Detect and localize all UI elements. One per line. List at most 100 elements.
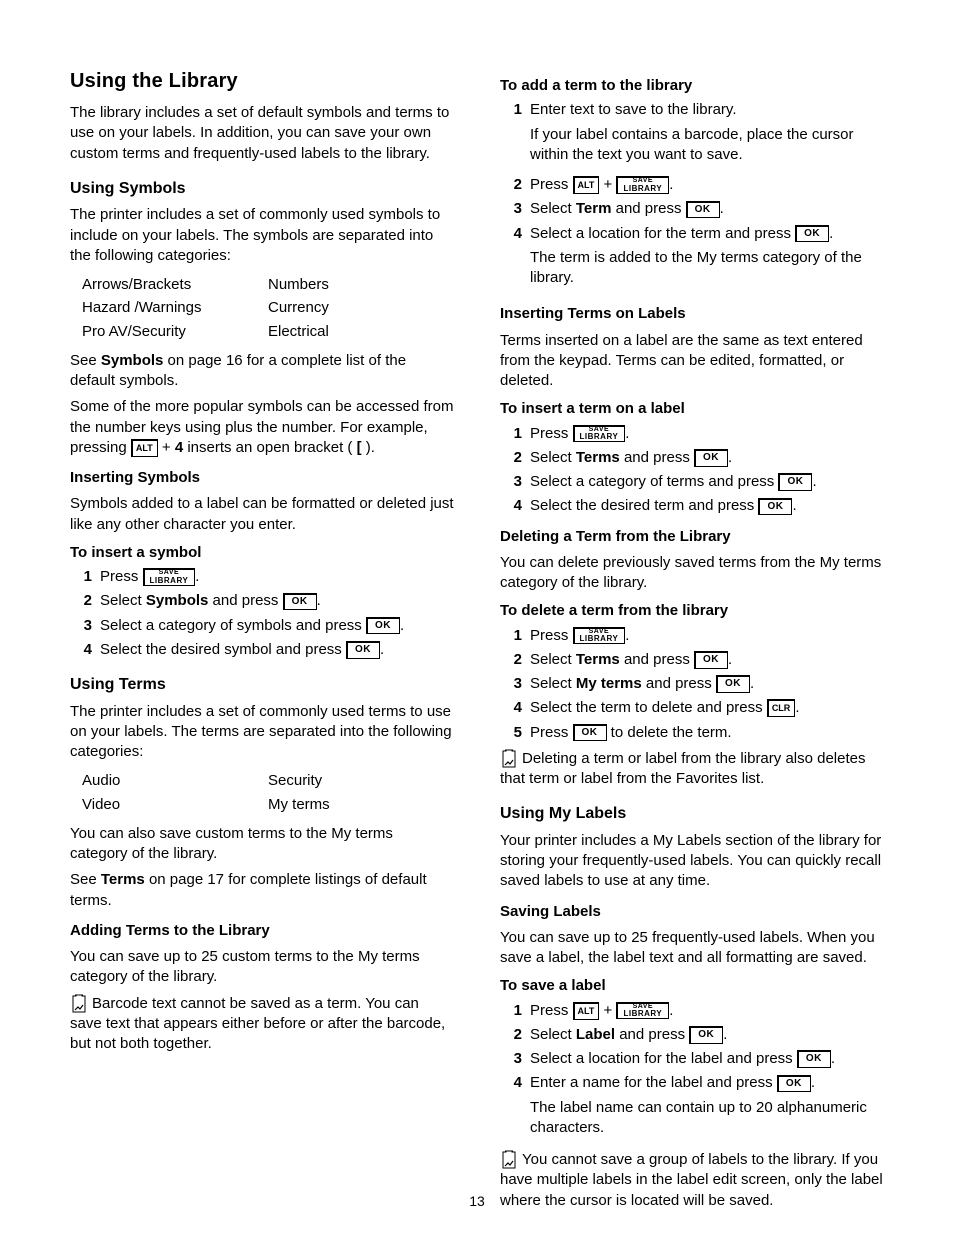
step-text: Select a location for the term and press… xyxy=(530,224,884,295)
deleting-term-paragraph: You can delete previously saved terms fr… xyxy=(500,553,884,594)
my-labels-paragraph: Your printer includes a My Labels sectio… xyxy=(500,831,884,892)
save-library-key-icon: SAVELIBRARY xyxy=(573,627,626,644)
step-sub-text: The label name can contain up to 20 alph… xyxy=(530,1098,884,1139)
step-text: Press ALT + SAVELIBRARY. xyxy=(530,175,884,195)
note-icon xyxy=(500,749,518,769)
using-terms-intro: The printer includes a set of commonly u… xyxy=(70,702,454,763)
right-column: To add a term to the library 1 Enter tex… xyxy=(500,68,884,1217)
insert-symbol-steps: 1 Press SAVELIBRARY. 2 Select Symbols an… xyxy=(70,567,454,660)
page: Using the Library The library includes a… xyxy=(0,0,954,1235)
left-column: Using the Library The library includes a… xyxy=(70,68,454,1217)
step-text: Select Symbols and press OK. xyxy=(100,591,454,611)
category-item: Hazard /Warnings xyxy=(82,298,268,318)
to-add-term-heading: To add a term to the library xyxy=(500,76,884,96)
to-delete-term-heading: To delete a term from the library xyxy=(500,601,884,621)
ok-key-icon: OK xyxy=(795,225,829,243)
step-text: Enter a name for the label and press OK.… xyxy=(530,1073,884,1144)
step-text: Select the desired symbol and press OK. xyxy=(100,640,454,660)
ok-key-icon: OK xyxy=(716,675,750,693)
ok-key-icon: OK xyxy=(573,724,607,742)
ok-key-icon: OK xyxy=(694,449,728,467)
to-insert-symbol-heading: To insert a symbol xyxy=(70,543,454,563)
step-text: Select My terms and press OK. xyxy=(530,674,884,694)
see-terms-paragraph: See Terms on page 17 for complete listin… xyxy=(70,870,454,911)
saving-labels-paragraph: You can save up to 25 frequently-used la… xyxy=(500,928,884,969)
ok-key-icon: OK xyxy=(778,473,812,491)
step-text: Select a location for the label and pres… xyxy=(530,1049,884,1069)
term-categories-col1: Audio Video xyxy=(82,768,268,818)
step-text: Select Terms and press OK. xyxy=(530,650,884,670)
add-term-steps: 1 Enter text to save to the library. If … xyxy=(500,100,884,294)
ok-key-icon: OK xyxy=(689,1026,723,1044)
inserting-symbols-paragraph: Symbols added to a label can be formatte… xyxy=(70,494,454,535)
step-text: Select Label and press OK. xyxy=(530,1025,884,1045)
step-text: Select a category of symbols and press O… xyxy=(100,616,454,636)
step-text: Select a category of terms and press OK. xyxy=(530,472,884,492)
ok-key-icon: OK xyxy=(346,641,380,659)
term-categories-col2: Security My terms xyxy=(268,768,454,818)
step-text: Press SAVELIBRARY. xyxy=(100,567,454,587)
note-icon xyxy=(500,1150,518,1170)
barcode-note: Barcode text cannot be saved as a term. … xyxy=(70,994,454,1055)
inserting-terms-paragraph: Terms inserted on a label are the same a… xyxy=(500,331,884,392)
symbol-categories-col2: Numbers Currency Electrical xyxy=(268,272,454,345)
save-library-key-icon: SAVELIBRARY xyxy=(573,425,626,442)
page-number: 13 xyxy=(0,1192,954,1211)
adding-terms-paragraph: You can save up to 25 custom terms to th… xyxy=(70,947,454,988)
symbol-categories-col1: Arrows/Brackets Hazard /Warnings Pro AV/… xyxy=(82,272,268,345)
delete-note: Deleting a term or label from the librar… xyxy=(500,749,884,790)
category-item: Security xyxy=(268,771,454,791)
using-symbols-intro: The printer includes a set of commonly u… xyxy=(70,205,454,266)
using-my-labels-heading: Using My Labels xyxy=(500,803,884,825)
category-item: Electrical xyxy=(268,322,454,342)
note-icon xyxy=(70,994,88,1014)
step-text: Select Term and press OK. xyxy=(530,199,884,219)
save-library-key-icon: SAVELIBRARY xyxy=(143,568,196,585)
to-save-label-heading: To save a label xyxy=(500,976,884,996)
category-item: Audio xyxy=(82,771,268,791)
category-item: Numbers xyxy=(268,275,454,295)
ok-key-icon: OK xyxy=(694,651,728,669)
step-text: Press OK to delete the term. xyxy=(530,723,884,743)
ok-key-icon: OK xyxy=(686,201,720,219)
ok-key-icon: OK xyxy=(777,1075,811,1093)
step-text: Select the term to delete and press CLR. xyxy=(530,698,884,718)
step-text: Enter text to save to the library. If yo… xyxy=(530,100,884,171)
ok-key-icon: OK xyxy=(758,498,792,516)
category-item: Pro AV/Security xyxy=(82,322,268,342)
adding-terms-heading: Adding Terms to the Library xyxy=(70,921,454,941)
clr-key-icon: CLR xyxy=(767,699,796,717)
ok-key-icon: OK xyxy=(283,593,317,611)
ok-key-icon: OK xyxy=(366,617,400,635)
step-sub-text: If your label contains a barcode, place … xyxy=(530,125,884,166)
step-text: Press SAVELIBRARY. xyxy=(530,626,884,646)
step-text: Select Terms and press OK. xyxy=(530,448,884,468)
intro-paragraph: The library includes a set of default sy… xyxy=(70,103,454,164)
to-insert-term-heading: To insert a term on a label xyxy=(500,399,884,419)
custom-terms-paragraph: You can also save custom terms to the My… xyxy=(70,824,454,865)
save-library-key-icon: SAVELIBRARY xyxy=(616,1002,669,1019)
inserting-symbols-heading: Inserting Symbols xyxy=(70,468,454,488)
alt-key-icon: ALT xyxy=(573,1002,600,1020)
delete-term-steps: 1 Press SAVELIBRARY. 2 Select Terms and … xyxy=(500,626,884,743)
symbol-categories-table: Arrows/Brackets Hazard /Warnings Pro AV/… xyxy=(82,272,454,345)
alt-key-icon: ALT xyxy=(573,176,600,194)
category-item: Arrows/Brackets xyxy=(82,275,268,295)
step-text: Select the desired term and press OK. xyxy=(530,496,884,516)
see-symbols-paragraph: See Symbols on page 16 for a complete li… xyxy=(70,351,454,392)
step-text: Press SAVELIBRARY. xyxy=(530,424,884,444)
saving-labels-heading: Saving Labels xyxy=(500,902,884,922)
page-title: Using the Library xyxy=(70,68,454,95)
ok-key-icon: OK xyxy=(797,1050,831,1068)
save-library-key-icon: SAVELIBRARY xyxy=(616,176,669,193)
category-item: Video xyxy=(82,795,268,815)
category-item: My terms xyxy=(268,795,454,815)
using-symbols-heading: Using Symbols xyxy=(70,178,454,200)
step-text: Press ALT + SAVELIBRARY. xyxy=(530,1001,884,1021)
category-item: Currency xyxy=(268,298,454,318)
popular-symbols-paragraph: Some of the more popular symbols can be … xyxy=(70,397,454,458)
two-column-layout: Using the Library The library includes a… xyxy=(70,68,884,1217)
save-label-steps: 1 Press ALT + SAVELIBRARY. 2 Select Labe… xyxy=(500,1001,884,1145)
term-categories-table: Audio Video Security My terms xyxy=(82,768,454,818)
using-terms-heading: Using Terms xyxy=(70,674,454,696)
